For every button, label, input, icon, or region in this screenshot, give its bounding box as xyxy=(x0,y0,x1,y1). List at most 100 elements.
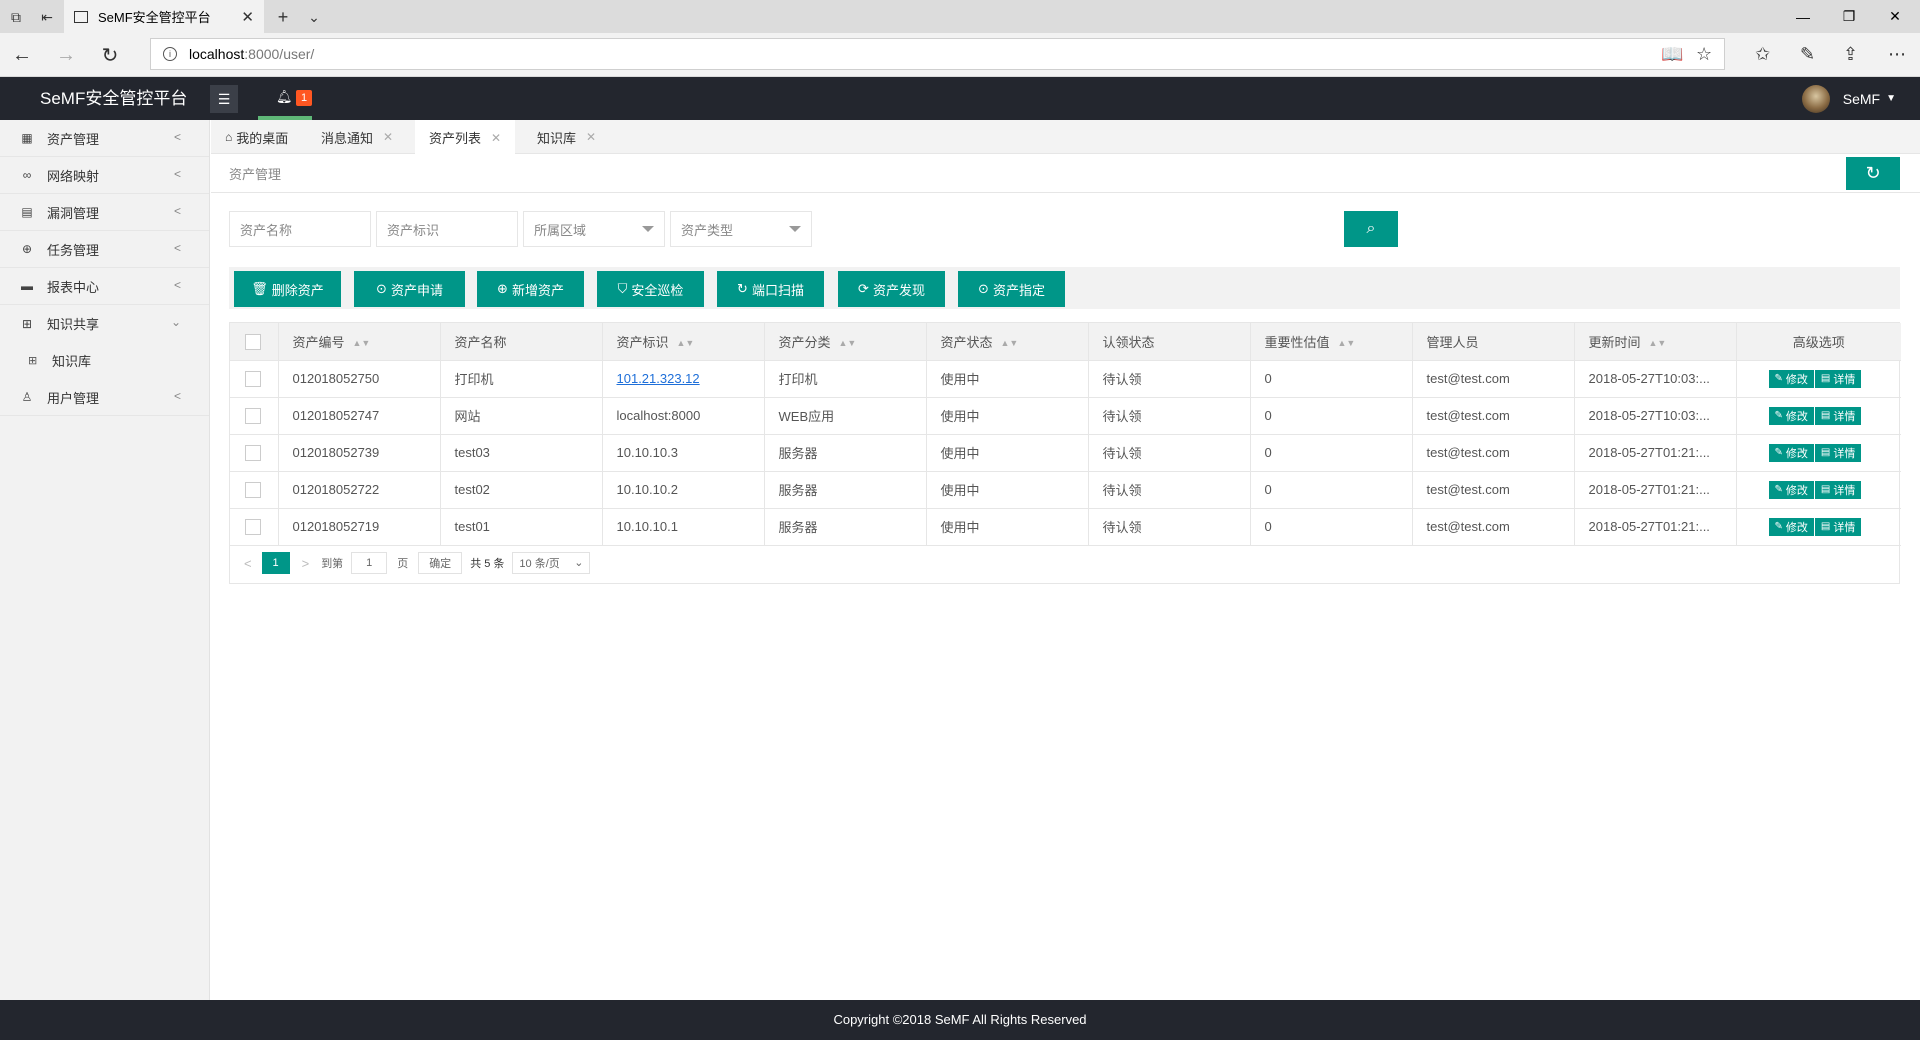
area-select[interactable]: 所属区域 xyxy=(523,211,665,247)
more-menu-icon[interactable]: ⋯ xyxy=(1888,44,1906,65)
site-info-icon[interactable]: i xyxy=(163,47,177,61)
asset-type-select[interactable]: 资产类型 xyxy=(670,211,812,247)
sort-icon[interactable]: ▲▼ xyxy=(1649,338,1667,348)
row-checkbox[interactable] xyxy=(245,444,261,461)
detail-button[interactable]: ▤ 详情 xyxy=(1814,443,1862,462)
back-icon[interactable]: ← xyxy=(10,43,34,67)
share-icon[interactable]: ⇪ xyxy=(1843,44,1858,65)
col-asset-status[interactable]: 资产状态 ▲▼ xyxy=(926,323,1089,361)
tab-messages[interactable]: 消息通知 ✕ xyxy=(307,120,407,154)
close-window-icon[interactable]: ✕ xyxy=(1872,0,1918,33)
sidebar-item-task[interactable]: ⊕ 任务管理 < xyxy=(0,231,209,268)
sort-icon[interactable]: ▲▼ xyxy=(1338,338,1356,348)
notification-button[interactable]: 🔔︎ 1 xyxy=(258,77,312,120)
url-field[interactable]: i localhost:8000/user/ 📖 ☆ xyxy=(150,38,1725,70)
favorite-star-icon[interactable]: ☆ xyxy=(1696,44,1712,65)
tab-label: 消息通知 xyxy=(321,130,374,146)
forward-icon[interactable]: → xyxy=(54,43,78,67)
new-tab-icon[interactable]: + xyxy=(273,7,293,27)
options-cell: ✎ 修改 ▤ 详情 xyxy=(1736,508,1901,546)
apply-asset-button[interactable]: ⊙ 资产申请 xyxy=(354,271,465,307)
col-asset-class[interactable]: 资产分类 ▲▼ xyxy=(764,323,927,361)
sidebar-item-vuln[interactable]: ▤ 漏洞管理 < xyxy=(0,194,209,231)
sidebar-item-asset[interactable]: ▦ 资产管理 < xyxy=(0,120,209,157)
next-page-icon[interactable]: > xyxy=(302,556,310,571)
tab-list-chevron-icon[interactable]: ⌄ xyxy=(304,7,324,27)
sort-icon[interactable]: ▲▼ xyxy=(839,338,857,348)
asset-link[interactable]: 101.21.323.12 xyxy=(617,371,700,386)
add-asset-button[interactable]: ⊕ 新增资产 xyxy=(477,271,584,307)
close-tab-icon[interactable]: ✕ xyxy=(586,130,596,144)
table-cell: 使用中 xyxy=(926,397,1089,435)
delete-asset-button[interactable]: 🗑︎ 删除资产 xyxy=(234,271,341,307)
sort-icon[interactable]: ▲▼ xyxy=(353,338,371,348)
detail-button[interactable]: ▤ 详情 xyxy=(1814,369,1862,388)
security-inspect-button[interactable]: ⛉ 安全巡检 xyxy=(597,271,704,307)
select-all-checkbox[interactable] xyxy=(245,333,261,350)
sort-icon[interactable]: ▲▼ xyxy=(1001,338,1019,348)
row-checkbox[interactable] xyxy=(245,518,261,535)
chevron-left-icon: < xyxy=(173,130,181,144)
table-row[interactable]: 012018052739 test03 10.10.10.3 服务器 使用中 待认领 0 te… xyxy=(230,434,1901,472)
tab-actions-icon[interactable]: ⧉ xyxy=(6,7,26,27)
browser-tab[interactable]: SeMF安全管控平台 ✕ xyxy=(64,0,264,33)
restore-icon[interactable]: ❐ xyxy=(1826,0,1872,33)
asset-name-input[interactable]: 资产名称 xyxy=(229,211,371,247)
table-row[interactable]: 012018052719 test01 10.10.10.1 服务器 使用中 待认领 0 te… xyxy=(230,508,1901,546)
edit-button[interactable]: ✎ 修改 xyxy=(1768,443,1814,462)
page-1-button[interactable]: 1 xyxy=(261,552,290,574)
tab-desktop[interactable]: ⌂ 我的桌面 xyxy=(211,120,302,154)
menu-toggle-icon[interactable]: ☰ xyxy=(210,85,238,113)
search-button[interactable]: ⌕ xyxy=(1344,211,1398,247)
table-cell: 0 xyxy=(1250,397,1413,435)
goto-confirm-button[interactable]: 确定 xyxy=(418,552,463,574)
tab-asset-list[interactable]: 资产列表 ✕ xyxy=(415,120,516,155)
favorites-hub-icon[interactable]: ✩ xyxy=(1755,44,1770,65)
close-tab-icon[interactable]: ✕ xyxy=(241,8,254,26)
pen-notes-icon[interactable]: ✎ xyxy=(1800,44,1815,65)
edit-button[interactable]: ✎ 修改 xyxy=(1768,480,1814,499)
sidebar-subitem-kb[interactable]: ⊞ 知识库 xyxy=(0,342,209,379)
row-checkbox[interactable] xyxy=(245,481,261,498)
table-row[interactable]: 012018052750 打印机 101.21.323.12 打印机 使用中 待认领 0 te… xyxy=(230,360,1901,398)
detail-button[interactable]: ▤ 详情 xyxy=(1814,406,1862,425)
col-asset-no[interactable]: 资产编号 ▲▼ xyxy=(278,323,441,361)
asset-id-input[interactable]: 资产标识 xyxy=(376,211,518,247)
sort-icon[interactable]: ▲▼ xyxy=(677,338,695,348)
table-row[interactable]: 012018052747 网站 localhost:8000 WEB应用 使用中 待认领 0… xyxy=(230,397,1901,435)
detail-button[interactable]: ▤ 详情 xyxy=(1814,480,1862,499)
pencil-icon: ✎ xyxy=(1774,521,1783,532)
prev-page-icon[interactable]: < xyxy=(244,556,252,571)
minimize-icon[interactable]: — xyxy=(1780,0,1826,33)
set-aside-tabs-icon[interactable]: ⇤ xyxy=(37,7,57,27)
tab-kb[interactable]: 知识库 ✕ xyxy=(523,120,610,154)
sidebar-item-report[interactable]: ▬ 报表中心 < xyxy=(0,268,209,305)
asset-assign-button[interactable]: ⊙ 资产指定 xyxy=(958,271,1065,307)
user-menu[interactable]: SeMF ▼ xyxy=(1801,77,1896,120)
asset-discover-button[interactable]: ⟳ 资产发现 xyxy=(838,271,945,307)
edit-button[interactable]: ✎ 修改 xyxy=(1768,369,1814,388)
table-cell: 待认领 xyxy=(1088,434,1251,472)
goto-page-input[interactable]: 1 xyxy=(351,552,388,574)
row-checkbox[interactable] xyxy=(245,370,261,387)
refresh-icon[interactable]: ↻ xyxy=(98,43,122,67)
col-updated[interactable]: 更新时间 ▲▼ xyxy=(1574,323,1737,361)
close-tab-icon[interactable]: ✕ xyxy=(383,130,393,144)
per-page-select[interactable]: 10 条/页 ⌄ xyxy=(512,552,591,574)
reading-view-icon[interactable]: 📖 xyxy=(1661,44,1683,65)
col-importance[interactable]: 重要性估值 ▲▼ xyxy=(1250,323,1413,361)
port-scan-button[interactable]: ↻ 端口扫描 xyxy=(717,271,824,307)
edit-button[interactable]: ✎ 修改 xyxy=(1768,517,1814,536)
refresh-button[interactable]: ↻ xyxy=(1846,157,1900,190)
app-logo[interactable]: SeMF安全管控平台 xyxy=(40,77,187,120)
close-tab-icon[interactable]: ✕ xyxy=(491,131,501,145)
row-checkbox[interactable] xyxy=(245,407,261,424)
col-asset-id[interactable]: 资产标识 ▲▼ xyxy=(602,323,765,361)
table-row[interactable]: 012018052722 test02 10.10.10.2 服务器 使用中 待认领 0 te… xyxy=(230,471,1901,509)
sidebar-item-knowledge[interactable]: ⊞ 知识共享 ⌄ xyxy=(0,305,209,342)
breadcrumb[interactable]: 资产管理 xyxy=(229,164,281,183)
sidebar-item-network[interactable]: ∞ 网络映射 < xyxy=(0,157,209,194)
detail-button[interactable]: ▤ 详情 xyxy=(1814,517,1862,536)
edit-button[interactable]: ✎ 修改 xyxy=(1768,406,1814,425)
sidebar-item-users[interactable]: ♙ 用户管理 < xyxy=(0,379,209,416)
